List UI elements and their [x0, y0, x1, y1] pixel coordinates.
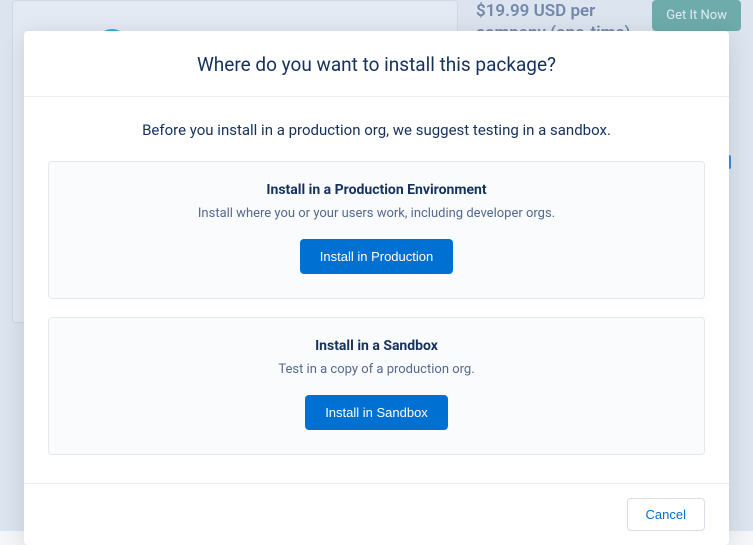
- option-production-title: Install in a Production Environment: [69, 182, 684, 198]
- option-sandbox-desc: Test in a copy of a production org.: [69, 362, 684, 377]
- install-sandbox-button[interactable]: Install in Sandbox: [305, 395, 448, 430]
- close-icon[interactable]: [703, 30, 727, 54]
- modal-body: Before you install in a production org, …: [24, 97, 729, 483]
- option-sandbox: Install in a Sandbox Test in a copy of a…: [48, 317, 705, 455]
- cancel-button[interactable]: Cancel: [627, 498, 705, 531]
- option-production-desc: Install where you or your users work, in…: [69, 206, 684, 221]
- modal-title: Where do you want to install this packag…: [48, 53, 705, 76]
- modal-footer: Cancel: [24, 483, 729, 545]
- option-production: Install in a Production Environment Inst…: [48, 161, 705, 299]
- modal-header: Where do you want to install this packag…: [24, 31, 729, 97]
- option-sandbox-title: Install in a Sandbox: [69, 338, 684, 354]
- install-modal: Where do you want to install this packag…: [24, 31, 729, 545]
- modal-pretext: Before you install in a production org, …: [48, 121, 705, 139]
- install-production-button[interactable]: Install in Production: [300, 239, 453, 274]
